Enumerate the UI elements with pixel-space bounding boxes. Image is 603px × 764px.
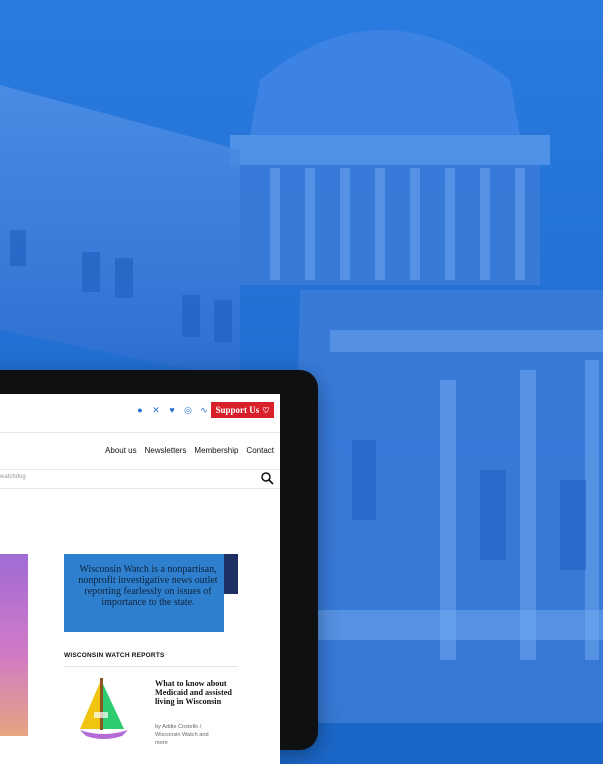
sailboat-illustration[interactable] xyxy=(64,674,142,744)
mission-corner-accent xyxy=(224,554,238,594)
instagram-icon[interactable]: ◎ xyxy=(182,404,194,416)
nav-newsletters[interactable]: Newsletters xyxy=(145,446,187,455)
facebook-icon[interactable]: ● xyxy=(134,404,146,416)
promo-gradient-image xyxy=(0,554,28,736)
reports-divider xyxy=(64,666,238,667)
search-icon[interactable] xyxy=(260,471,274,485)
mission-text: Wisconsin Watch is a nonpartisan, nonpro… xyxy=(78,564,218,608)
nav-contact[interactable]: Contact xyxy=(246,446,274,455)
nav-about-us[interactable]: About us xyxy=(105,446,137,455)
support-us-label: Support Us xyxy=(215,405,260,415)
byline-line-3: more xyxy=(155,740,168,746)
rss-icon[interactable]: ∿ xyxy=(198,404,210,416)
heart-icon: ♡ xyxy=(262,405,270,415)
tablet-screen: ● ✕ ♥ ◎ ∿ Support Us ♡ About us Newslett… xyxy=(0,394,280,764)
twitter-icon[interactable]: ♥ xyxy=(166,404,178,416)
byline-line-2: Wisconsin Watch and xyxy=(155,732,209,738)
reports-section-title: WISCONSIN WATCH REPORTS xyxy=(64,652,165,659)
x-icon[interactable]: ✕ xyxy=(150,404,162,416)
mission-block: Wisconsin Watch is a nonpartisan, nonpro… xyxy=(64,554,238,632)
article-byline: by Addie Costello / Wisconsin Watch and … xyxy=(155,723,237,747)
social-links: ● ✕ ♥ ◎ ∿ xyxy=(134,404,210,416)
search-input[interactable]: watchdog xyxy=(0,474,26,480)
main-nav: About us Newsletters Membership Contact xyxy=(105,446,274,455)
tablet-device: ● ✕ ♥ ◎ ∿ Support Us ♡ About us Newslett… xyxy=(0,370,318,764)
support-us-button[interactable]: Support Us ♡ xyxy=(211,402,274,418)
search-bar[interactable]: watchdog xyxy=(0,469,280,489)
site-topbar: ● ✕ ♥ ◎ ∿ Support Us ♡ xyxy=(0,394,280,433)
article-headline[interactable]: What to know about Medicaid and assisted… xyxy=(155,679,237,706)
byline-line-1: by Addie Costello / xyxy=(155,724,202,730)
nav-membership[interactable]: Membership xyxy=(194,446,238,455)
